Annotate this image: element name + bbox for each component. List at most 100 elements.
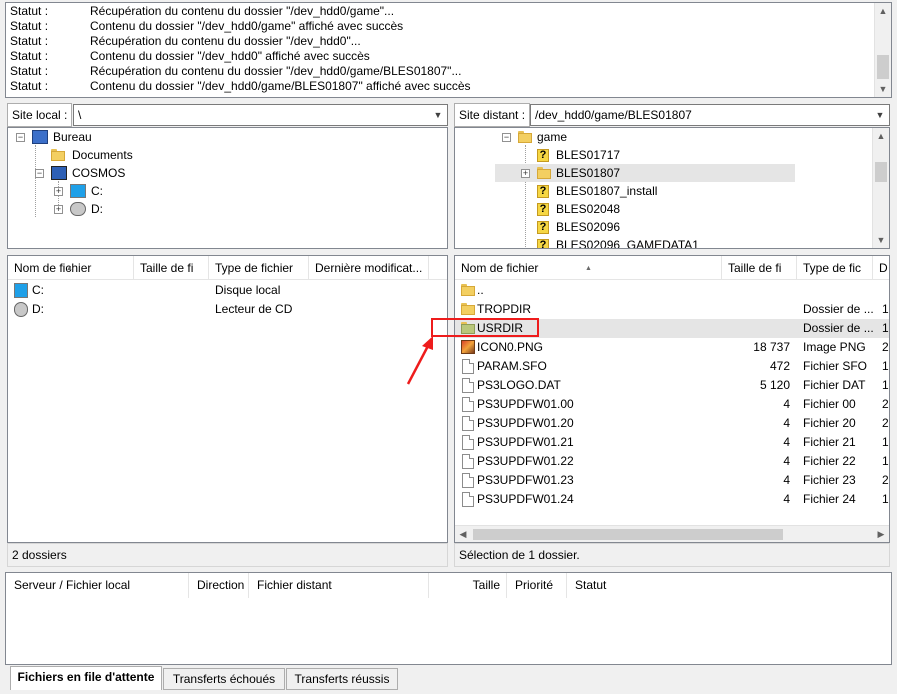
column-header-name[interactable]: Nom de fichier ▲ [455, 256, 722, 280]
column-header-name[interactable]: Nom de fichier ▲ [8, 256, 134, 280]
file-row[interactable]: PS3UPDFW01.22 4 Fichier 22 1 [455, 452, 889, 471]
file-date: 2 [882, 397, 889, 411]
queue-header-remote[interactable]: Fichier distant [249, 573, 429, 598]
file-icon [462, 378, 474, 393]
queue-header-status[interactable]: Statut [567, 573, 891, 598]
file-name: PS3UPDFW01.00 [477, 397, 574, 411]
scroll-thumb[interactable] [473, 529, 783, 540]
cd-drive-icon [70, 202, 86, 216]
file-row[interactable]: D: Lecteur de CD [8, 300, 447, 319]
tree-node-documents[interactable]: Documents [14, 146, 214, 164]
scroll-right-icon[interactable]: ▶ [873, 526, 889, 542]
tree-node-bureau[interactable]: − Bureau [14, 128, 214, 146]
tree-node-cosmos[interactable]: − COSMOS [14, 164, 214, 182]
scroll-down-icon[interactable]: ▼ [873, 232, 889, 248]
transfer-queue[interactable]: Serveur / Fichier local Direction Fichie… [5, 572, 892, 665]
remote-path-combo[interactable]: /dev_hdd0/game/BLES01807 ▼ [530, 104, 890, 126]
file-name: ICON0.PNG [477, 340, 544, 354]
file-name: PS3UPDFW01.24 [477, 492, 574, 506]
scroll-thumb[interactable] [877, 55, 889, 79]
remote-file-list[interactable]: Nom de fichier ▲ Taille de fi Type de fic… [454, 255, 890, 543]
collapse-icon[interactable]: − [502, 133, 511, 142]
annotation-arrow-icon [406, 336, 433, 385]
tree-node-bles01807-install[interactable]: ? BLES01807_install [495, 182, 795, 200]
file-size: 472 [769, 359, 790, 373]
file-row[interactable]: ICON0.PNG 18 737 Image PNG 2 [455, 338, 889, 357]
local-tree[interactable]: − Bureau Documents − COSMOS + C: + D: [7, 127, 448, 249]
column-header-type[interactable]: Type de fichier [209, 256, 309, 280]
file-type: Lecteur de CD [215, 302, 293, 316]
unknown-folder-icon: ? [537, 149, 549, 162]
column-header-type[interactable]: Type de fic [797, 256, 873, 280]
file-icon [462, 473, 474, 488]
file-type: Fichier 21 [803, 435, 856, 449]
chevron-down-icon[interactable]: ▼ [873, 105, 887, 125]
local-path-combo[interactable]: \ ▼ [73, 104, 448, 126]
file-date: 2 [882, 416, 889, 430]
column-header-size[interactable]: Taille de fi [722, 256, 797, 280]
tree-node-bles01717[interactable]: ? BLES01717 [495, 146, 795, 164]
scroll-down-icon[interactable]: ▼ [875, 81, 891, 97]
file-name: .. [477, 283, 484, 297]
local-site-bar: Site local : \ ▼ [7, 103, 448, 127]
tab-queued-files[interactable]: Fichiers en file d'attente [10, 666, 162, 690]
png-file-icon [461, 340, 475, 354]
tab-failed-transfers[interactable]: Transferts échoués [163, 668, 285, 690]
windows-drive-icon [14, 283, 28, 298]
file-icon [462, 435, 474, 450]
tree-node-label: BLES02096 [556, 220, 621, 234]
local-list-header: Nom de fichier ▲ Taille de fi Type de fic… [8, 256, 447, 280]
scroll-up-icon[interactable]: ▲ [875, 3, 891, 19]
file-row[interactable]: C: Disque local [8, 281, 447, 300]
file-row[interactable]: PS3UPDFW01.24 4 Fichier 24 1( [455, 490, 889, 509]
queue-header-direction[interactable]: Direction [189, 573, 249, 598]
file-type: Fichier DAT [803, 378, 866, 392]
remote-tree[interactable]: − game ? BLES01717 + BLES01807 ? BLES018… [454, 127, 890, 249]
log-scrollbar[interactable]: ▲ ▼ [874, 3, 891, 97]
expand-icon[interactable]: + [54, 187, 63, 196]
chevron-down-icon[interactable]: ▼ [431, 105, 445, 125]
column-header-date[interactable]: D [873, 256, 889, 280]
message-log[interactable]: Statut : Récupération du contenu du dossi… [5, 2, 892, 98]
queue-header-size[interactable]: Taille [429, 573, 507, 598]
expand-icon[interactable]: + [521, 169, 530, 178]
file-size: 4 [783, 416, 790, 430]
scroll-thumb[interactable] [875, 162, 887, 182]
tree-node-bles02096-gamedata1[interactable]: ? BLES02096_GAMEDATA1 [495, 236, 795, 249]
tree-node-c[interactable]: + C: [14, 182, 214, 200]
file-row[interactable]: PARAM.SFO 472 Fichier SFO 1( [455, 357, 889, 376]
file-row[interactable]: PS3UPDFW01.21 4 Fichier 21 1( [455, 433, 889, 452]
tree-node-bles01807[interactable]: + BLES01807 [495, 164, 795, 182]
expand-icon[interactable]: + [54, 205, 63, 214]
scroll-up-icon[interactable]: ▲ [873, 128, 889, 144]
tree-node-label: BLES02096_GAMEDATA1 [556, 238, 699, 249]
column-header-size[interactable]: Taille de fi [134, 256, 209, 280]
scroll-left-icon[interactable]: ◀ [455, 526, 471, 542]
file-row[interactable]: PS3UPDFW01.20 4 Fichier 20 2 [455, 414, 889, 433]
tab-successful-transfers[interactable]: Transferts réussis [286, 668, 398, 690]
remote-tree-scrollbar[interactable]: ▲ ▼ [872, 128, 889, 248]
file-row[interactable]: PS3UPDFW01.00 4 Fichier 00 2 [455, 395, 889, 414]
file-row[interactable]: TROPDIR Dossier de ... 1( [455, 300, 889, 319]
tree-node-bles02096[interactable]: ? BLES02096 [495, 218, 795, 236]
column-header-modified[interactable]: Dernière modificat... [309, 256, 429, 280]
computer-icon [51, 166, 67, 180]
file-date: 1( [882, 302, 889, 316]
file-row[interactable]: .. [455, 281, 889, 300]
tree-node-d[interactable]: + D: [14, 200, 214, 218]
local-file-list[interactable]: Nom de fichier ▲ Taille de fi Type de fic… [7, 255, 448, 543]
tree-node-game[interactable]: − game [495, 128, 795, 146]
queue-header-priority[interactable]: Priorité [507, 573, 567, 598]
tree-node-label: Bureau [53, 130, 92, 144]
file-row[interactable]: PS3UPDFW01.23 4 Fichier 23 2( [455, 471, 889, 490]
queue-header-server[interactable]: Serveur / Fichier local [6, 573, 189, 598]
remote-list-hscrollbar[interactable]: ◀ ▶ [455, 525, 889, 542]
collapse-icon[interactable]: − [16, 133, 25, 142]
tree-node-label: BLES01807 [556, 166, 621, 180]
file-row[interactable]: PS3LOGO.DAT 5 120 Fichier DAT 1( [455, 376, 889, 395]
file-name: TROPDIR [477, 302, 531, 316]
collapse-icon[interactable]: − [35, 169, 44, 178]
tree-node-label: COSMOS [72, 166, 126, 180]
file-date: 2 [882, 340, 889, 354]
tree-node-bles02048[interactable]: ? BLES02048 [495, 200, 795, 218]
